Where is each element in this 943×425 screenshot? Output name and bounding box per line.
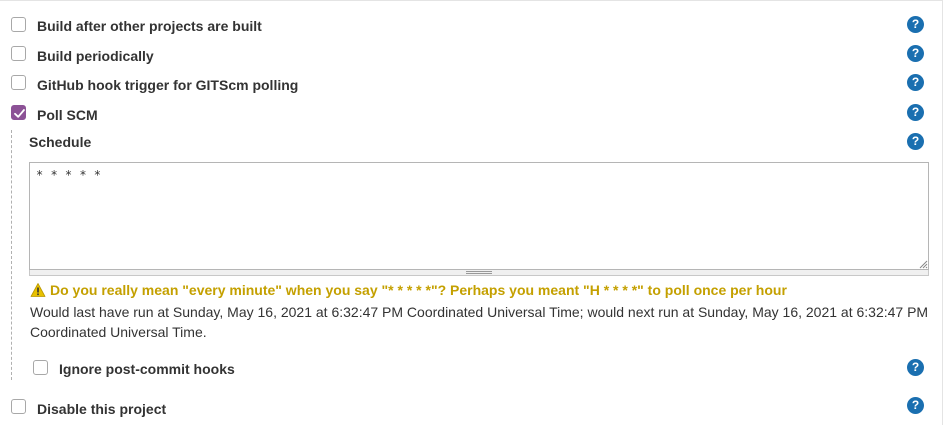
- help-icon[interactable]: ?: [907, 359, 924, 376]
- poll-scm-label[interactable]: Poll SCM: [37, 107, 98, 123]
- build-periodically-checkbox[interactable]: [11, 46, 26, 61]
- schedule-warning-text: Do you really mean "every minute" when y…: [50, 282, 787, 298]
- top-border: [0, 0, 943, 1]
- help-icon[interactable]: ?: [907, 133, 924, 150]
- help-icon[interactable]: ?: [907, 45, 924, 62]
- schedule-textarea[interactable]: * * * * *: [29, 162, 929, 270]
- disable-project-label[interactable]: Disable this project: [37, 401, 166, 417]
- schedule-warning: Do you really mean "every minute" when y…: [30, 282, 787, 298]
- help-icon[interactable]: ?: [907, 104, 924, 121]
- textarea-resize-grip[interactable]: [466, 271, 492, 274]
- build-periodically-label[interactable]: Build periodically: [37, 48, 154, 64]
- help-icon[interactable]: ?: [907, 74, 924, 91]
- ignore-post-commit-checkbox[interactable]: [33, 360, 48, 375]
- ignore-post-commit-label[interactable]: Ignore post-commit hooks: [59, 361, 235, 377]
- nested-section-indent: [11, 130, 12, 380]
- warning-icon: [30, 283, 46, 297]
- build-after-checkbox[interactable]: [11, 17, 26, 32]
- poll-scm-checkbox[interactable]: [11, 105, 26, 120]
- checkmark-icon: [14, 109, 25, 118]
- help-icon[interactable]: ?: [907, 397, 924, 414]
- resize-corner-icon[interactable]: [918, 259, 928, 269]
- github-hook-checkbox[interactable]: [11, 75, 26, 90]
- build-after-label[interactable]: Build after other projects are built: [37, 18, 262, 34]
- help-icon[interactable]: ?: [907, 16, 924, 33]
- schedule-label: Schedule: [29, 134, 92, 150]
- schedule-run-info: Would last have run at Sunday, May 16, 2…: [30, 304, 929, 340]
- github-hook-label[interactable]: GitHub hook trigger for GITScm polling: [37, 77, 298, 93]
- disable-project-checkbox[interactable]: [11, 399, 26, 414]
